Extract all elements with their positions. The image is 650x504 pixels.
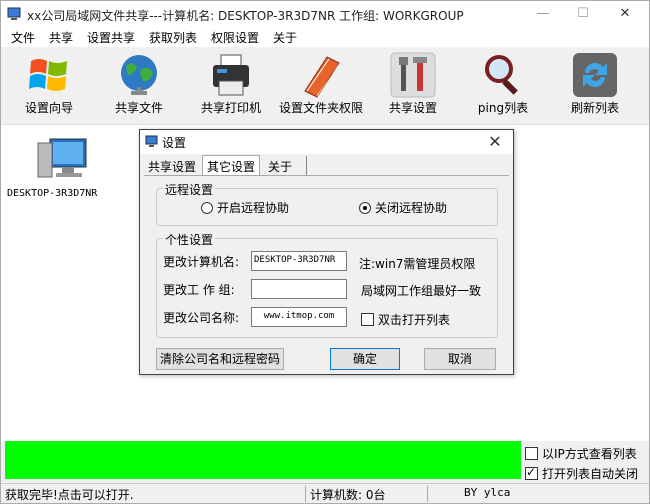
tool-label: 设置向导 (24, 101, 73, 115)
refresh-list-button[interactable]: 刷新列表 (561, 47, 629, 123)
menu-share-settings[interactable]: 设置共享 (87, 29, 135, 46)
auto-close-checkbox[interactable]: 打开列表自动关闭 (525, 465, 638, 483)
dialog-title-bar: 设置 ✕ (140, 130, 513, 154)
folder-book-icon (304, 56, 340, 98)
ok-button[interactable]: 确定 (330, 348, 400, 370)
bottom-panel: 以IP方式查看列表 打开列表自动关闭 (1, 441, 649, 483)
close-button[interactable]: ✕ (605, 1, 645, 27)
status-bar: 获取完毕!点击可以打开. 计算机数: 0台 BY ylca (1, 483, 649, 503)
tool-label: ping列表 (477, 101, 529, 115)
minimize-button[interactable]: — (523, 1, 563, 27)
workgroup-label: 更改工 作 组: (163, 283, 235, 297)
checkbox-label: 打开列表自动关闭 (542, 467, 639, 481)
menu-get-list[interactable]: 获取列表 (149, 29, 197, 46)
tool-label: 共享文件 (114, 101, 163, 115)
company-name-input[interactable]: www.itmop.com (251, 307, 347, 327)
menu-about[interactable]: 关于 (273, 29, 297, 46)
double-click-open-checkbox[interactable]: 双击打开列表 (361, 311, 450, 329)
workgroup-input[interactable] (251, 279, 347, 299)
dialog-close-button[interactable]: ✕ (483, 130, 507, 154)
workgroup-note: 局域网工作组最好一致 (361, 284, 482, 298)
tool-label: 刷新列表 (570, 101, 619, 115)
tab-about[interactable]: 关于 (264, 156, 308, 176)
magnifier-icon (485, 55, 518, 95)
main-window: xx公司局域网文件共享---计算机名: DESKTOP-3R3D7NR 工作组:… (0, 0, 650, 504)
share-settings-button[interactable]: 共享设置 (379, 47, 447, 123)
setup-wizard-button[interactable]: 设置向导 (15, 47, 83, 123)
radio-circle[interactable] (359, 202, 371, 214)
group-legend: 个性设置 (163, 231, 216, 248)
menu-share[interactable]: 共享 (49, 29, 73, 46)
enable-remote-radio[interactable]: 开启远程协助 (201, 199, 289, 216)
computer-name: DESKTOP-3R3D7NR (7, 188, 98, 199)
status-message: 获取完毕!点击可以打开. (5, 488, 134, 502)
disable-remote-radio[interactable]: 关闭远程协助 (359, 199, 447, 216)
share-file-button[interactable]: 共享文件 (105, 47, 173, 123)
list-item[interactable]: DESKTOP-3R3D7NR (7, 133, 117, 199)
app-icon (7, 7, 21, 20)
tool-label: 共享设置 (388, 101, 437, 115)
progress-area (5, 441, 521, 479)
menu-permissions[interactable]: 权限设置 (211, 29, 259, 46)
computer-name-label: 更改计算机名: (163, 255, 240, 269)
tab-other-settings[interactable]: 其它设置 (202, 155, 261, 176)
menu-bar: 文件 共享 设置共享 获取列表 权限设置 关于 (1, 27, 649, 47)
computer-name-note: 注:win7需管理员权限 (359, 257, 476, 271)
computer-icon (37, 138, 87, 178)
computer-name-input[interactable]: DESKTOP-3R3D7NR (251, 251, 347, 271)
tab-share-settings[interactable]: 共享设置 (144, 156, 200, 176)
title-bar: xx公司局域网文件共享---计算机名: DESKTOP-3R3D7NR 工作组:… (1, 1, 649, 27)
group-legend: 远程设置 (163, 181, 216, 198)
view-by-ip-checkbox[interactable]: 以IP方式查看列表 (525, 445, 637, 463)
window-title: xx公司局域网文件共享---计算机名: DESKTOP-3R3D7NR 工作组:… (27, 9, 464, 23)
menu-file[interactable]: 文件 (11, 29, 35, 46)
tool-label: 共享打印机 (200, 101, 261, 115)
share-printer-button[interactable]: 共享打印机 (197, 47, 265, 123)
cancel-button[interactable]: 取消 (424, 348, 496, 370)
status-author: BY ylca (427, 486, 647, 502)
personal-settings-group: 个性设置 更改计算机名: DESKTOP-3R3D7NR 注:win7需管理员权… (156, 231, 498, 338)
printer-icon (213, 54, 249, 96)
radio-label: 关闭远程协助 (375, 201, 448, 215)
remote-settings-group: 远程设置 开启远程协助 关闭远程协助 (156, 181, 498, 226)
checkbox-label: 双击打开列表 (378, 313, 451, 327)
windows-flag-icon (29, 59, 67, 91)
status-count: 计算机数: 0台 (305, 486, 423, 502)
folder-permission-button[interactable]: 设置文件夹权限 (277, 47, 365, 123)
checkbox-box[interactable] (525, 465, 538, 480)
radio-label: 开启远程协助 (217, 201, 290, 215)
checkbox-label: 以IP方式查看列表 (542, 447, 637, 461)
radio-circle[interactable] (201, 202, 213, 214)
dialog-title: 设置 (162, 136, 187, 150)
toolbar: 设置向导 共享文件 共享打印机 设置文件夹权限 共享设置 ping列表 刷新列表 (1, 47, 649, 125)
tools-icon (390, 52, 436, 98)
checkbox-box[interactable] (525, 447, 538, 460)
settings-dialog: 设置 ✕ 共享设置 其它设置 关于 远程设置 开启远程协助 关闭远程协助 个性设… (139, 129, 514, 375)
maximize-button[interactable]: ☐ (563, 1, 603, 27)
clear-company-remote-button[interactable]: 清除公司名和远程密码 (156, 348, 284, 370)
tab-panel-other: 远程设置 开启远程协助 关闭远程协助 个性设置 更改计算机名: DESKTOP-… (144, 175, 509, 371)
refresh-icon (573, 53, 617, 97)
checkbox-box[interactable] (361, 313, 374, 326)
app-icon (145, 135, 158, 147)
ping-list-button[interactable]: ping列表 (469, 47, 537, 123)
tool-label: 设置文件夹权限 (278, 101, 363, 115)
globe-icon (121, 55, 157, 95)
company-name-label: 更改公司名称: (163, 311, 240, 325)
